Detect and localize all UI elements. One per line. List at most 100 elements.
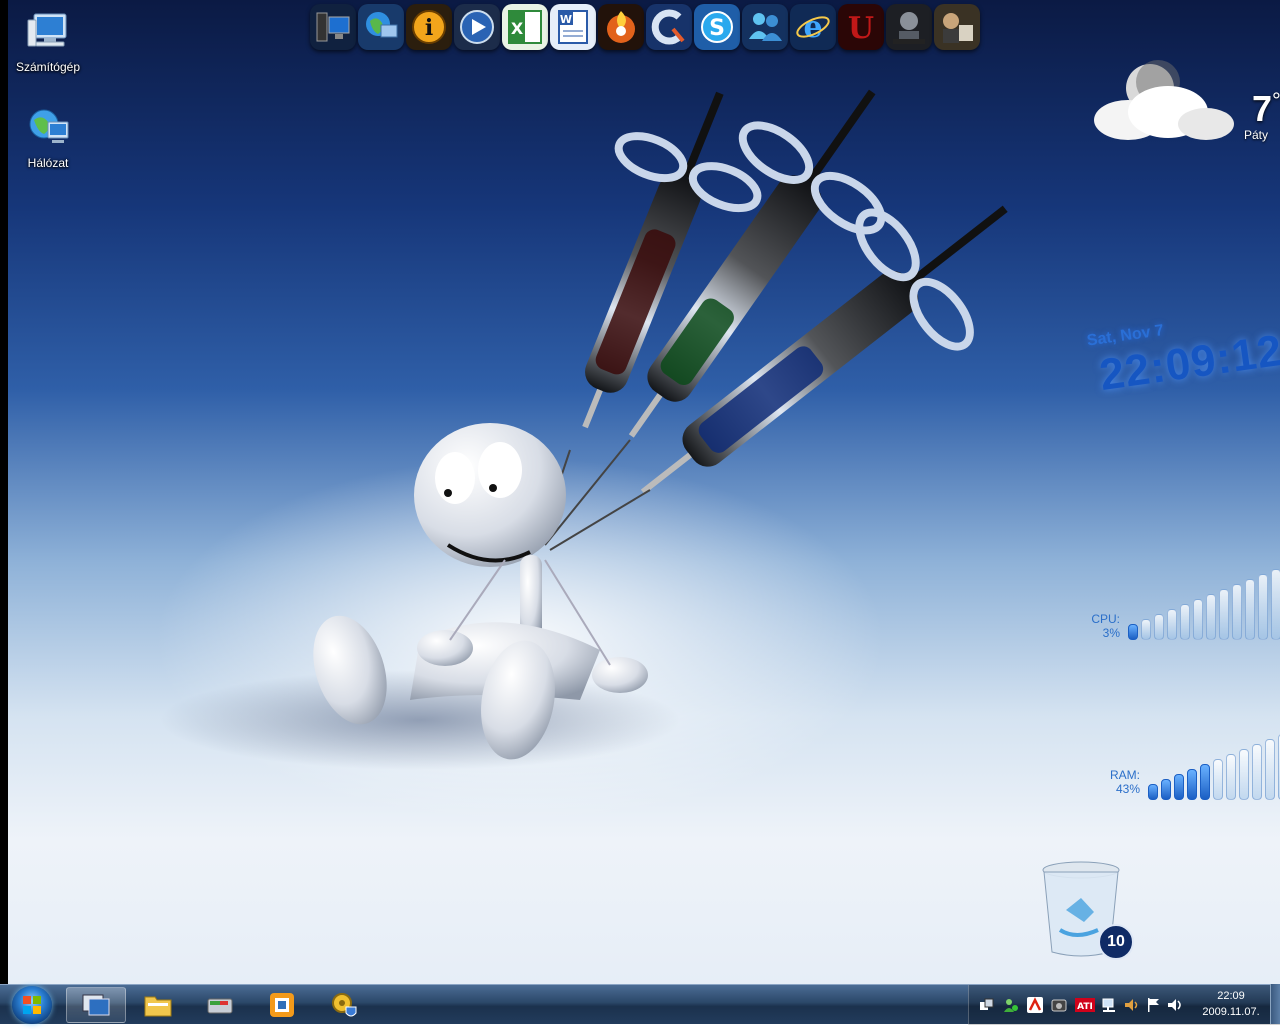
network-status-icon[interactable] (1101, 997, 1117, 1013)
dock-item-media-player[interactable] (454, 4, 500, 50)
unreal-icon: U (848, 11, 874, 46)
antivirus-icon[interactable] (1027, 997, 1043, 1013)
dock-item-info[interactable]: i (406, 4, 452, 50)
ram-meter-bar (1265, 739, 1275, 800)
info-icon: i (412, 10, 446, 44)
word-icon: W (558, 10, 588, 44)
cpu-meter-bar (1154, 614, 1164, 640)
launcher-dock: i X W S e U (310, 4, 980, 54)
taskbar-button-vmware[interactable] (252, 987, 312, 1023)
svg-text:i: i (425, 15, 433, 41)
tray-clock[interactable]: 22:09 2009.11.07. (1201, 988, 1261, 1020)
taskbar-button-explorer[interactable] (128, 987, 188, 1023)
dock-item-system[interactable] (310, 4, 356, 50)
start-button[interactable] (12, 986, 52, 1024)
dock-item-gta[interactable] (934, 4, 980, 50)
cpu-meter-bar (1141, 619, 1151, 640)
cpu-meter-bar (1219, 589, 1229, 640)
tray-date: 2009.11.07. (1202, 1006, 1260, 1018)
dock-item-network[interactable] (358, 4, 404, 50)
recycle-bin-count: 10 (1098, 924, 1134, 960)
dock-item-excel[interactable]: X (502, 4, 548, 50)
svg-text:U: U (848, 11, 874, 46)
windows-logo-icon (23, 996, 41, 1014)
windows-switch-icon[interactable] (979, 997, 995, 1013)
cpu-meter-bar (1232, 584, 1242, 640)
audio-manager-icon[interactable] (1123, 997, 1139, 1013)
cpu-meter-bar (1206, 594, 1216, 640)
dock-item-internet-explorer[interactable]: e (790, 4, 836, 50)
cpu-bars (1128, 569, 1280, 640)
window-switcher-icon (82, 994, 110, 1016)
cpu-meter-bar (1271, 569, 1280, 640)
computer-icon (24, 8, 72, 56)
taskbar: ATI 22:09 2009.11.07. (0, 984, 1280, 1025)
crysis-game-icon (893, 12, 925, 44)
ram-meter-bar (1174, 774, 1184, 800)
cpu-value: 3% (1102, 626, 1120, 640)
messenger-icon (749, 13, 782, 41)
cpu-meter-bar (1258, 574, 1268, 640)
ram-meter-bar (1239, 749, 1249, 800)
dock-item-skype[interactable]: S (694, 4, 740, 50)
show-desktop-button[interactable] (1270, 984, 1280, 1024)
camera-app-icon[interactable] (1051, 997, 1067, 1013)
ram-bars (1148, 730, 1280, 800)
desktop-icon-label: Hálózat (27, 156, 69, 170)
weather-gadget[interactable]: 7 ° Páty (1088, 60, 1280, 160)
desktop-icon-computer[interactable]: Számítógép (8, 8, 88, 74)
tray-time: 22:09 (1217, 990, 1245, 1002)
recycle-bin[interactable]: 10 (1036, 860, 1136, 960)
taskbar-button-settings[interactable] (314, 987, 374, 1023)
dock-item-nero[interactable] (598, 4, 644, 50)
messenger-status-icon[interactable] (1003, 997, 1019, 1013)
ccleaner-icon (651, 9, 685, 45)
cpu-meter-bar (1180, 604, 1190, 640)
svg-text:X: X (511, 19, 524, 38)
dock-item-crysis[interactable] (886, 4, 932, 50)
ram-meter-bar (1187, 769, 1197, 800)
cpu-meter-bar (1193, 599, 1203, 640)
ram-label: RAM: (1110, 768, 1140, 782)
skype-icon: S (701, 11, 733, 43)
taskbar-button-disk[interactable] (190, 987, 250, 1023)
volume-icon[interactable] (1167, 997, 1183, 1013)
disk-management-icon (207, 998, 233, 1014)
ati-catalyst-icon[interactable]: ATI (1075, 997, 1095, 1013)
system-tray: ATI 22:09 2009.11.07. (968, 985, 1280, 1025)
cpu-label: CPU: (1091, 612, 1120, 626)
settings-shield-icon (332, 993, 357, 1017)
ram-meter-bar (1200, 764, 1210, 800)
taskbar-button-switcher[interactable] (66, 987, 126, 1023)
cpu-meter-bar (1128, 624, 1138, 640)
svg-text:W: W (560, 13, 572, 26)
ram-meter-bar (1252, 744, 1262, 800)
svg-text:S: S (709, 16, 725, 41)
dock-item-ccleaner[interactable] (646, 4, 692, 50)
dock-item-messenger[interactable] (742, 4, 788, 50)
svg-text:e: e (803, 10, 822, 45)
dock-item-word[interactable]: W (550, 4, 596, 50)
media-player-icon (460, 10, 494, 44)
nero-icon (607, 11, 635, 43)
ram-meter-bar (1213, 759, 1223, 800)
desktop-icon-network[interactable]: Hálózat (8, 104, 88, 170)
cpu-meter-bar (1167, 609, 1177, 640)
ram-meter-bar (1161, 779, 1171, 800)
file-explorer-icon (144, 996, 172, 1017)
network-icon (24, 104, 72, 152)
moon-cloud-icon (1094, 60, 1234, 140)
excel-icon: X (508, 10, 542, 44)
ram-value: 43% (1115, 782, 1140, 796)
ram-meter[interactable]: RAM: 43% (1100, 730, 1280, 810)
ram-meter-bar (1148, 784, 1158, 800)
cpu-meter-bar (1245, 579, 1255, 640)
system-tower-icon (316, 12, 350, 42)
action-center-flag-icon[interactable] (1145, 997, 1161, 1013)
dock-item-unreal[interactable]: U (838, 4, 884, 50)
desktop: Számítógép Hálózat i X W S e U 7 ° Páty … (0, 0, 1280, 1024)
internet-explorer-icon: e (796, 10, 830, 45)
svg-text:ATI: ATI (1077, 1002, 1093, 1012)
desktop-icon-label: Számítógép (15, 60, 81, 74)
cpu-meter[interactable]: CPU: 3% (1080, 569, 1280, 650)
